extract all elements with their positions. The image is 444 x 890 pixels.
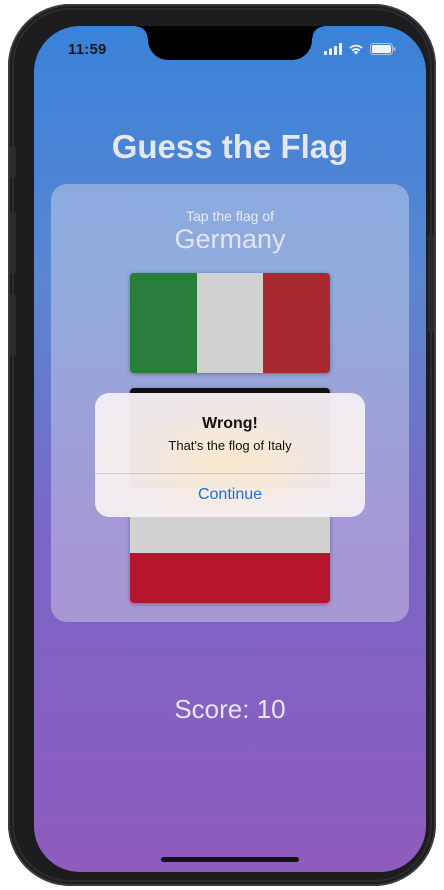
phone-frame: 11:59 Guess the Flag Tap the flag of Ger… [8, 4, 436, 886]
power-button [428, 234, 434, 332]
flag-button-italy[interactable] [130, 273, 330, 373]
volume-down-button [10, 294, 16, 356]
wifi-icon [349, 44, 363, 55]
status-time: 11:59 [68, 41, 107, 58]
continue-button[interactable]: Continue [95, 473, 365, 517]
alert-message: That's the flog of Italy [168, 438, 292, 453]
target-country: Germany [174, 224, 286, 254]
silent-switch [10, 146, 16, 178]
app-title: Guess the Flag [111, 128, 349, 165]
flag-stripe-green [130, 273, 197, 373]
status-icons [324, 43, 396, 55]
battery-icon [370, 43, 396, 55]
prompt-label: Tap the flag of [186, 208, 274, 224]
alert-title: Wrong! [202, 415, 258, 432]
result-alert: Wrong! That's the flog of Italy Continue [95, 393, 365, 517]
home-indicator[interactable] [161, 857, 299, 862]
flag-button-3[interactable] [130, 503, 330, 603]
volume-up-button [10, 212, 16, 274]
score-label: Score: 10 [174, 694, 286, 724]
flag-stripe-red [130, 553, 330, 603]
flag-stripe-red [263, 273, 330, 373]
notch [136, 26, 324, 60]
screen: 11:59 Guess the Flag Tap the flag of Ger… [34, 26, 426, 872]
flag-stripe-white [196, 273, 264, 373]
cellular-signal-icon [324, 43, 342, 55]
